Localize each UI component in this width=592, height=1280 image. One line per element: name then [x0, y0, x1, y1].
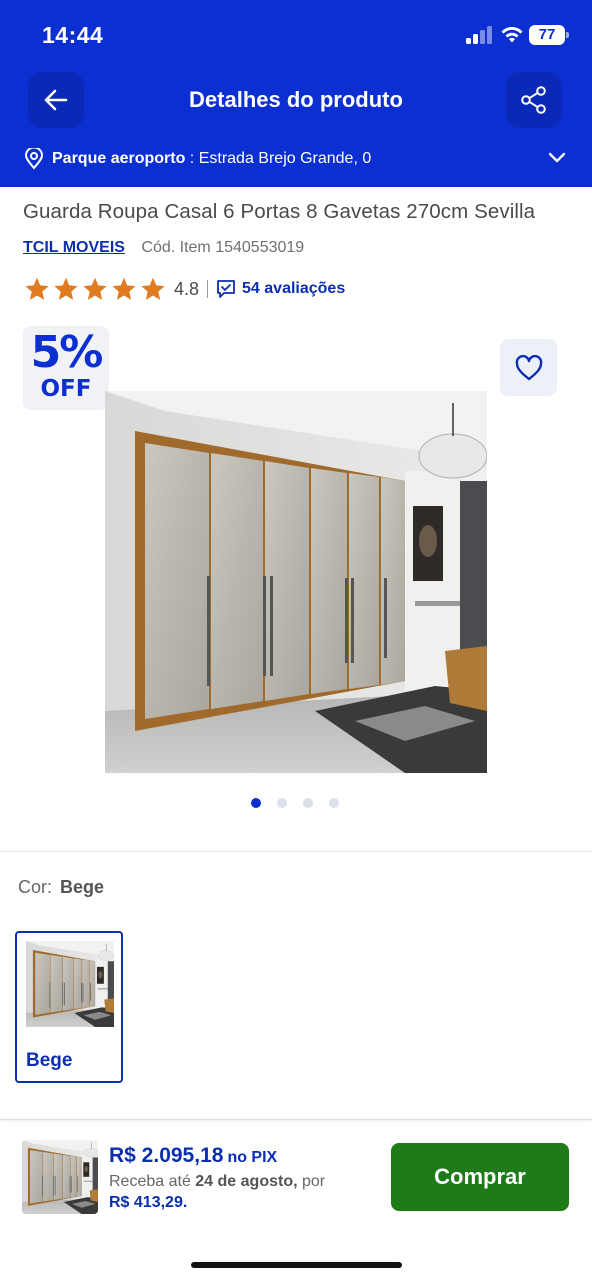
status-bar: 14:44 77	[0, 0, 592, 66]
review-bubble-icon	[217, 280, 235, 298]
rating-stars	[24, 276, 166, 302]
delivery-info: Receba até 24 de agosto, por R$ 413,29.	[109, 1171, 325, 1213]
home-indicator	[191, 1262, 402, 1268]
section-divider	[0, 1119, 592, 1120]
location-separator: :	[185, 150, 199, 167]
heart-icon	[515, 354, 542, 380]
color-option-label: Bege	[26, 1050, 73, 1071]
top-nav: Detalhes do produto	[0, 70, 592, 130]
share-icon	[521, 86, 546, 114]
location-selector[interactable]: Parque aeroporto : Estrada Brejo Grande,…	[0, 140, 592, 180]
product-thumbnail	[22, 1140, 98, 1214]
reviews-link[interactable]: 54 avaliações	[216, 279, 345, 299]
status-time: 14:44	[42, 22, 104, 48]
product-meta: TCIL MOVEIS Cód. Item 1540553019	[23, 239, 304, 261]
brand-link[interactable]: TCIL MOVEIS	[23, 239, 125, 256]
product-image[interactable]	[105, 391, 487, 773]
star-icon	[25, 277, 49, 300]
section-divider	[0, 851, 592, 852]
color-option-image	[26, 941, 114, 1027]
price-line: R$ 2.095,18 no PIX	[109, 1144, 277, 1168]
chevron-down-icon	[548, 152, 566, 163]
app-header: 14:44 77 Detalhes do produto Parque aero…	[0, 0, 592, 187]
star-icon	[54, 277, 78, 300]
star-icon	[112, 277, 136, 300]
wifi-icon	[501, 27, 523, 43]
battery-icon: 77	[529, 25, 569, 45]
installment-price: R$ 413,29.	[109, 1194, 188, 1211]
color-label-text: Cor:	[18, 877, 53, 897]
price-suffix: no PIX	[227, 1149, 278, 1166]
purchase-bar: R$ 2.095,18 no PIX Receba até 24 de agost…	[0, 1122, 592, 1280]
discount-percent: 5%	[30, 327, 104, 378]
star-icon	[83, 277, 107, 300]
pagination-dot[interactable]	[329, 798, 339, 808]
price: R$ 2.095,18	[109, 1144, 224, 1167]
arrow-left-icon	[44, 89, 68, 111]
location-name: Parque aeroporto	[52, 150, 186, 167]
cellular-signal-icon	[466, 26, 494, 44]
location-address: Estrada Brejo Grande, 0	[198, 150, 372, 167]
discount-off-label: OFF	[40, 376, 92, 402]
color-label: Cor: Bege	[18, 877, 104, 898]
share-button[interactable]	[506, 72, 562, 128]
buy-button[interactable]: Comprar	[391, 1143, 569, 1211]
pagination-dot[interactable]	[251, 798, 261, 808]
location-pin-icon	[24, 148, 44, 170]
back-button[interactable]	[28, 72, 84, 128]
pagination-dot[interactable]	[277, 798, 287, 808]
star-icon	[141, 277, 165, 300]
delivery-date: 24 de agosto,	[195, 1173, 298, 1190]
favorite-button[interactable]	[500, 339, 557, 396]
reviews-count: 54 avaliações	[242, 280, 346, 297]
product-title: Guarda Roupa Casal 6 Portas 8 Gavetas 27…	[23, 200, 536, 223]
color-option-bege[interactable]: Bege	[15, 931, 123, 1083]
page-title: Detalhes do produto	[189, 87, 403, 112]
color-selected-value: Bege	[60, 877, 105, 897]
delivery-prefix: Receba até	[109, 1173, 196, 1190]
item-code: Cód. Item 1540553019	[141, 239, 305, 256]
rating-value: 4.8	[174, 278, 200, 299]
gallery-pagination	[251, 798, 339, 808]
pagination-dot[interactable]	[303, 798, 313, 808]
delivery-middle: por	[297, 1173, 326, 1190]
divider	[207, 280, 209, 298]
discount-badge: 5% OFF	[23, 326, 109, 410]
rating-row: 4.8 54 avaliações	[24, 276, 345, 302]
